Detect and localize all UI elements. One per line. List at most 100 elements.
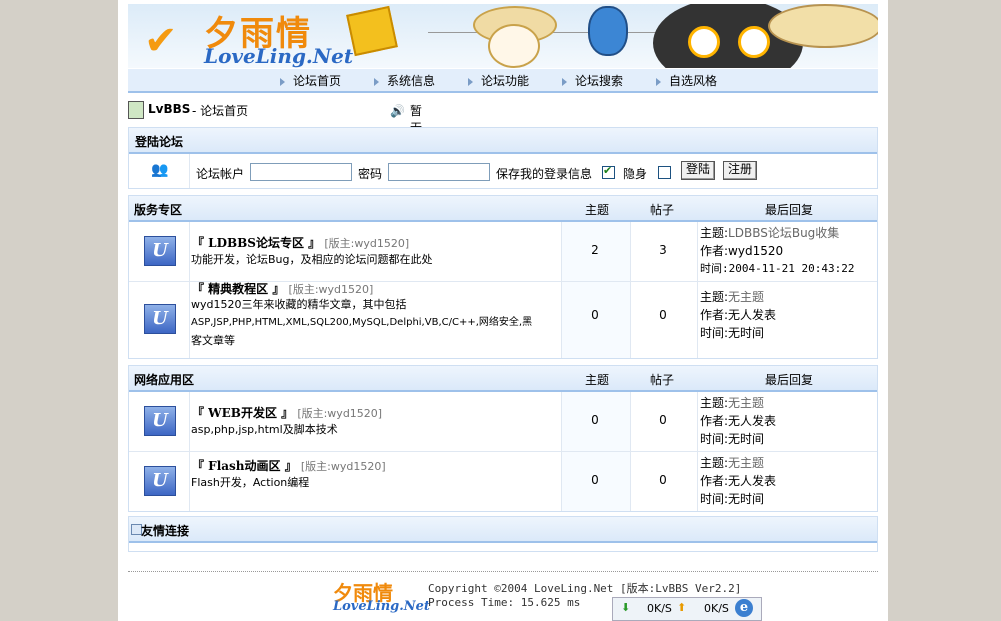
forum-row: U 『 Flash动画区 』 [版主:wyd1520] Flash开发，Acti…: [129, 452, 877, 511]
links-title: 友情连接: [141, 524, 190, 538]
section-title: 网络应用区: [134, 373, 195, 387]
forum-description: 功能开发，论坛Bug，及相应的论坛问题都在此处: [191, 253, 433, 266]
last-author: 作者:无人发表: [700, 308, 777, 322]
nav-arrow-icon: [280, 77, 285, 86]
password-input[interactable]: [388, 163, 490, 181]
cat-hat-illustration: [768, 4, 878, 48]
breadcrumb-page: - 论坛首页: [192, 104, 249, 118]
login-header: 登陆论坛: [129, 128, 877, 154]
column-posts: 帖子: [650, 203, 675, 217]
links-header: 友情连接: [129, 517, 877, 543]
cat-eye: [738, 26, 770, 58]
password-label: 密码: [358, 167, 383, 181]
main-nav: 论坛首页 系统信息 论坛功能 论坛搜索 自选风格: [128, 69, 878, 93]
forum-title-link[interactable]: 『 LDBBS论坛专区 』 [版主:wyd1520]: [192, 234, 409, 251]
topic-count: 0: [591, 473, 599, 487]
moderator-label: [版主:wyd1520]: [288, 283, 374, 296]
breadcrumb-site-link[interactable]: LvBBS: [148, 102, 190, 116]
section-admin: 版务专区 主题 帖子 最后回复 U 『 LDBBS论坛专区 』 [版主:wyd1…: [128, 195, 878, 359]
nav-arrow-icon: [374, 77, 379, 86]
section-header: 网络应用区 主题 帖子 最后回复: [129, 366, 877, 392]
last-author: 作者:无人发表: [700, 474, 777, 488]
bird-illustration: [588, 6, 628, 56]
column-last-reply: 最后回复: [765, 203, 814, 217]
logo-text-en: LoveLing.Net: [204, 44, 354, 68]
topic-count: 0: [591, 308, 599, 322]
upload-arrow-icon: ⬆: [677, 601, 687, 614]
nav-system-info[interactable]: 系统信息: [374, 72, 435, 89]
book-illustration: [346, 5, 398, 57]
links-panel: 友情连接: [128, 516, 878, 552]
account-input[interactable]: [250, 163, 352, 181]
cat-eye: [688, 26, 720, 58]
upload-speed: 0K/S: [704, 602, 729, 615]
forum-icon: U: [144, 466, 176, 496]
column-last-reply: 最后回复: [765, 373, 814, 387]
browser-icon[interactable]: e: [735, 599, 753, 617]
nav-home[interactable]: 论坛首页: [280, 72, 341, 89]
last-reply: 主题:无主题 作者:无人发表 时间:无时间: [700, 396, 777, 446]
hidden-label: 隐身: [623, 167, 648, 181]
forum-title-link[interactable]: 『 Flash动画区 』 [版主:wyd1520]: [192, 457, 386, 474]
topic-count: 2: [591, 243, 599, 257]
last-author: 作者:无人发表: [700, 414, 777, 428]
column-topics: 主题: [585, 203, 610, 217]
topic-count: 0: [591, 413, 599, 427]
post-count: 3: [659, 243, 667, 257]
remember-label: 保存我的登录信息: [496, 167, 593, 181]
users-icon: 👥: [151, 162, 169, 178]
register-button[interactable]: 注册: [723, 161, 757, 180]
copyright-text: Copyright ©2004 LoveLing.Net [版本:LvBBS V…: [428, 582, 742, 595]
nav-arrow-icon: [562, 77, 567, 86]
speaker-icon: 🔊: [390, 104, 405, 118]
forum-description: asp,php,jsp,html及脚本技术: [191, 423, 338, 436]
hidden-checkbox[interactable]: [658, 166, 671, 179]
last-topic-link[interactable]: LDBBS论坛Bug收集: [728, 226, 839, 240]
cartoon-face-illustration: [488, 24, 540, 68]
last-topic-link: 无主题: [728, 290, 765, 304]
remember-checkbox[interactable]: ✔: [602, 164, 615, 179]
last-topic-link: 无主题: [728, 396, 765, 410]
login-title: 登陆论坛: [135, 135, 184, 149]
last-author: 作者:wyd1520: [700, 244, 784, 258]
header-banner: ✔ 夕雨情 LoveLing.Net: [128, 4, 878, 68]
forum-icon: U: [144, 406, 176, 436]
forum-icon: U: [144, 304, 176, 334]
forum-row: U 『 LDBBS论坛专区 』 [版主:wyd1520] 功能开发，论坛Bug，…: [129, 222, 877, 282]
forum-description: Flash开发，Action编程: [191, 476, 310, 489]
last-time: 时间:无时间: [700, 432, 765, 446]
login-icon-cell: 👥: [129, 154, 190, 188]
checkmark-icon: ✔: [144, 18, 178, 64]
footer-logo-en: LoveLing.Net: [333, 599, 430, 614]
forum-row: U 『 精典教程区 』 [版主:wyd1520] wyd1520三年来收藏的精华…: [129, 282, 877, 358]
nav-style[interactable]: 自选风格: [656, 72, 717, 89]
forum-title-link[interactable]: 『 精典教程区 』 [版主:wyd1520]: [192, 280, 373, 297]
right-gutter: [888, 0, 1001, 621]
download-arrow-icon: ⬇: [621, 601, 631, 614]
forum-title-link[interactable]: 『 WEB开发区 』 [版主:wyd1520]: [192, 404, 382, 421]
last-time: 时间:2004-11-21 20:43:22: [700, 262, 855, 275]
last-time: 时间:无时间: [700, 326, 765, 340]
moderator-label: [版主:wyd1520]: [297, 407, 383, 420]
nav-features[interactable]: 论坛功能: [468, 72, 529, 89]
login-panel: 登陆论坛 👥 论坛帐户 密码 保存我的登录信息 ✔ 隐身 登陆 注册: [128, 127, 878, 189]
download-speed: 0K/S: [647, 602, 672, 615]
user-icon: [128, 101, 144, 119]
post-count: 0: [659, 473, 667, 487]
login-button[interactable]: 登陆: [681, 161, 715, 180]
account-label: 论坛帐户: [196, 167, 245, 181]
forum-description: wyd1520三年来收藏的精华文章，其中包括 ASP,JSP,PHP,HTML,…: [191, 298, 533, 347]
moderator-label: [版主:wyd1520]: [324, 237, 410, 250]
last-topic-link: 无主题: [728, 456, 765, 470]
nav-search[interactable]: 论坛搜索: [562, 72, 623, 89]
nav-arrow-icon: [656, 77, 661, 86]
section-header: 版务专区 主题 帖子 最后回复: [129, 196, 877, 222]
last-reply: 主题:无主题 作者:无人发表 时间:无时间: [700, 290, 777, 340]
forum-page: ✔ 夕雨情 LoveLing.Net 论坛首页 系统信息 论坛功能 论坛搜索 自…: [118, 0, 888, 621]
moderator-label: [版主:wyd1520]: [300, 460, 386, 473]
forum-row: U 『 WEB开发区 』 [版主:wyd1520] asp,php,jsp,ht…: [129, 392, 877, 452]
section-network: 网络应用区 主题 帖子 最后回复 U 『 WEB开发区 』 [版主:wyd152…: [128, 365, 878, 512]
forum-icon: U: [144, 236, 176, 266]
last-reply: 主题:无主题 作者:无人发表 时间:无时间: [700, 456, 777, 506]
left-gutter: [0, 0, 118, 621]
